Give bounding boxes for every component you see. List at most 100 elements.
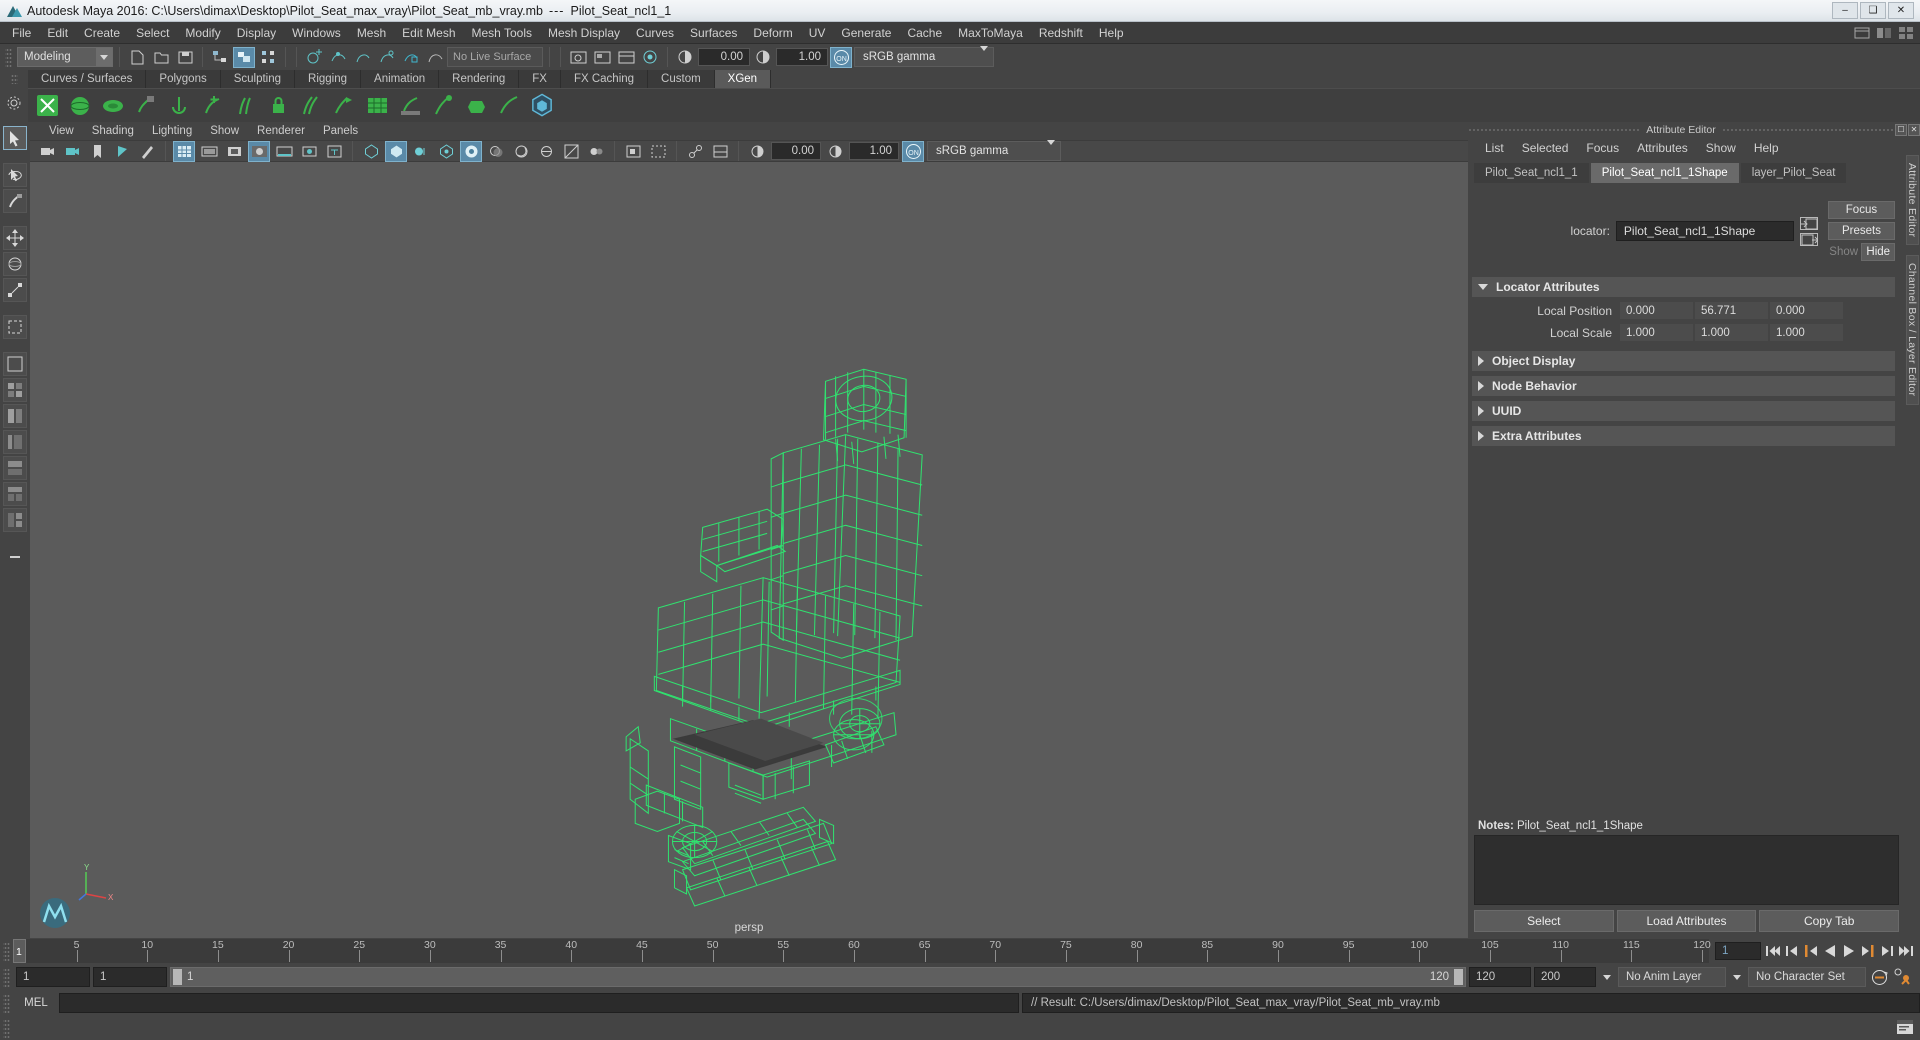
shadows-icon[interactable] bbox=[485, 141, 507, 162]
text-overlay-icon[interactable] bbox=[323, 141, 345, 162]
panel-drag-dots[interactable] bbox=[1468, 128, 1641, 131]
section-locator-attributes[interactable]: Locator Attributes bbox=[1472, 277, 1895, 297]
menu-item-modify[interactable]: Modify bbox=[177, 24, 228, 42]
xgen-sphere-icon[interactable] bbox=[67, 93, 93, 119]
viewport-exposure-field[interactable]: 0.00 bbox=[771, 142, 821, 160]
menu-item-deform[interactable]: Deform bbox=[745, 24, 800, 42]
menu-item-edit-mesh[interactable]: Edit Mesh bbox=[394, 24, 463, 42]
character-set-chevron-down-icon[interactable] bbox=[1729, 967, 1745, 987]
layout-two-pane-icon[interactable] bbox=[3, 404, 27, 428]
camera-attributes-icon[interactable] bbox=[61, 141, 83, 162]
exposure-icon-2[interactable] bbox=[746, 141, 768, 162]
snap-to-curve-icon[interactable] bbox=[327, 47, 349, 68]
layout-graph-editor-icon[interactable] bbox=[3, 508, 27, 532]
ae-tab-transform[interactable]: Pilot_Seat_ncl1_1 bbox=[1474, 163, 1589, 183]
workspace-icon[interactable] bbox=[1854, 25, 1870, 41]
xgen-create-description-icon[interactable] bbox=[34, 93, 60, 119]
layout-single-pane-icon[interactable] bbox=[3, 352, 27, 376]
menu-item-create[interactable]: Create bbox=[76, 24, 128, 42]
new-scene-icon[interactable] bbox=[126, 47, 148, 68]
snap-to-projected-center-icon[interactable] bbox=[375, 47, 397, 68]
two-d-pan-zoom-icon[interactable] bbox=[136, 141, 158, 162]
panel-undock-icon[interactable]: ☐ bbox=[1895, 123, 1908, 136]
layout-icon[interactable] bbox=[1876, 25, 1892, 41]
scale-tool-icon[interactable] bbox=[3, 278, 27, 302]
menu-item-display[interactable]: Display bbox=[229, 24, 284, 42]
range-bar[interactable]: 1 120 bbox=[170, 967, 1466, 987]
panel-close-icon[interactable]: ✕ bbox=[1908, 123, 1920, 136]
command-input-field[interactable] bbox=[59, 993, 1019, 1013]
help-line-grip[interactable] bbox=[3, 1018, 10, 1038]
range-slider-grip[interactable] bbox=[3, 967, 10, 987]
local-scale-z-field[interactable]: 1.000 bbox=[1770, 324, 1843, 341]
anim-layer-chevron-down-icon[interactable] bbox=[1599, 967, 1615, 987]
time-slider-grip[interactable] bbox=[3, 941, 10, 961]
command-line-grip[interactable] bbox=[3, 993, 10, 1013]
maximize-button[interactable]: ❑ bbox=[1860, 2, 1886, 19]
menu-item-generate[interactable]: Generate bbox=[833, 24, 899, 42]
play-backwards-icon[interactable] bbox=[1822, 943, 1838, 959]
shelf-tab-custom[interactable]: Custom bbox=[648, 70, 715, 88]
gate-mask-icon[interactable] bbox=[248, 140, 270, 162]
xgen-collection-icon[interactable] bbox=[496, 93, 522, 119]
close-button[interactable]: ✕ bbox=[1888, 2, 1914, 19]
anim-end-field[interactable]: 120 bbox=[1469, 967, 1531, 987]
xgen-groom-brush-icon[interactable] bbox=[133, 93, 159, 119]
render-current-frame-icon[interactable] bbox=[567, 47, 589, 68]
bookmark-icon[interactable] bbox=[86, 141, 108, 162]
menu-item-windows[interactable]: Windows bbox=[284, 24, 349, 42]
save-scene-icon[interactable] bbox=[174, 47, 196, 68]
xgen-modifier-icon[interactable] bbox=[430, 93, 456, 119]
layout-persp-outliner-icon[interactable] bbox=[3, 430, 27, 454]
xgen-region-icon[interactable] bbox=[463, 93, 489, 119]
image-plane-icon[interactable] bbox=[111, 141, 133, 162]
make-live-icon[interactable] bbox=[423, 47, 445, 68]
side-tab-channel-box[interactable]: Channel Box / Layer Editor bbox=[1906, 255, 1919, 405]
menu-item-mesh-display[interactable]: Mesh Display bbox=[540, 24, 628, 42]
viewport-color-management-toggle-icon[interactable]: ON bbox=[902, 140, 924, 162]
use-all-lights-icon[interactable] bbox=[460, 140, 482, 162]
minimize-button[interactable]: – bbox=[1832, 2, 1858, 19]
menu-item-help[interactable]: Help bbox=[1091, 24, 1132, 42]
next-key-icon[interactable] bbox=[1860, 943, 1876, 959]
show-button[interactable]: Show bbox=[1828, 243, 1860, 261]
ae-tab-shape[interactable]: Pilot_Seat_ncl1_1Shape bbox=[1590, 163, 1739, 183]
ae-menu-focus[interactable]: Focus bbox=[1577, 141, 1628, 155]
menu-item-edit[interactable]: Edit bbox=[39, 24, 76, 42]
anim-layer-selector[interactable]: No Anim Layer bbox=[1618, 967, 1726, 987]
color-management-toggle-icon[interactable]: ON bbox=[830, 46, 852, 68]
xgen-density-icon[interactable] bbox=[232, 93, 258, 119]
section-object-display[interactable]: Object Display bbox=[1472, 351, 1895, 371]
menu-item-redshift[interactable]: Redshift bbox=[1031, 24, 1091, 42]
ae-menu-help[interactable]: Help bbox=[1745, 141, 1788, 155]
toolbox-more-icon[interactable] bbox=[3, 545, 27, 569]
input-connection-icon[interactable] bbox=[1799, 216, 1818, 230]
snap-to-view-plane-icon[interactable] bbox=[399, 47, 421, 68]
ae-menu-attributes[interactable]: Attributes bbox=[1628, 141, 1697, 155]
select-button[interactable]: Select bbox=[1474, 910, 1614, 932]
textured-icon[interactable] bbox=[435, 141, 457, 162]
layout-outliner-persp-icon[interactable] bbox=[3, 482, 27, 506]
rotate-tool-icon[interactable] bbox=[3, 252, 27, 276]
gamma-icon-2[interactable] bbox=[824, 141, 846, 162]
shelf-tab-fx-caching[interactable]: FX Caching bbox=[560, 70, 649, 88]
shelf-grip[interactable] bbox=[10, 74, 18, 84]
xgen-preview-icon[interactable] bbox=[529, 93, 555, 119]
menu-item-mesh[interactable]: Mesh bbox=[349, 24, 394, 42]
local-scale-x-field[interactable]: 1.000 bbox=[1620, 324, 1693, 341]
ae-menu-selected[interactable]: Selected bbox=[1513, 141, 1578, 155]
side-tab-attribute-editor[interactable]: Attribute Editor bbox=[1906, 155, 1919, 246]
last-tool-icon[interactable] bbox=[3, 315, 27, 339]
multisample-aa-icon[interactable] bbox=[560, 141, 582, 162]
xray-icon[interactable] bbox=[647, 141, 669, 162]
menu-item-mesh-tools[interactable]: Mesh Tools bbox=[464, 24, 540, 42]
xgen-grid-icon[interactable] bbox=[364, 93, 390, 119]
select-object-icon[interactable] bbox=[233, 46, 255, 68]
isolate-select-icon[interactable] bbox=[622, 141, 644, 162]
current-time-indicator[interactable]: 1 bbox=[13, 939, 26, 963]
viewport-gamma-field[interactable]: 1.00 bbox=[849, 142, 899, 160]
motion-blur-icon[interactable] bbox=[535, 141, 557, 162]
current-frame-field[interactable]: 1 bbox=[1715, 942, 1761, 960]
output-connection-icon[interactable] bbox=[1799, 232, 1818, 246]
select-hierarchy-icon[interactable] bbox=[209, 47, 231, 68]
